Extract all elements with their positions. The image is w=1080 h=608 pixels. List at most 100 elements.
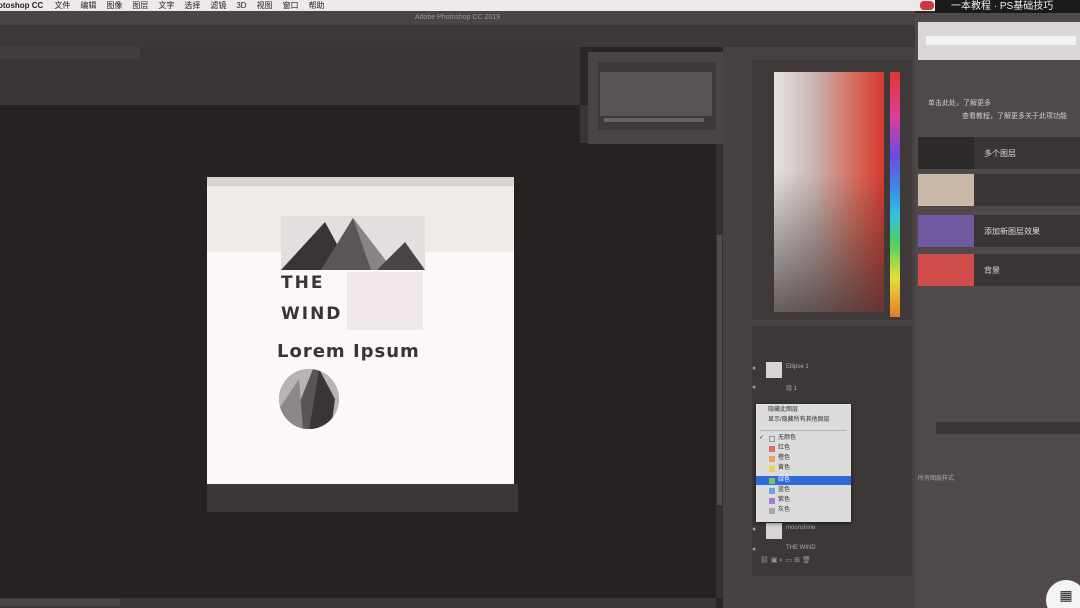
menu-item-label: 显示/隐藏所有其他图层: [768, 417, 830, 423]
layer-context-menu: 隐藏此图层 显示/隐藏所有其他图层 ✓ 无颜色 红色 橙色 黄色 绿色 蓝色 紫…: [756, 404, 851, 522]
swatch-violet: [769, 498, 775, 504]
layer-row[interactable]: ● 组 1: [752, 380, 912, 398]
color-option-blue[interactable]: 蓝色: [756, 486, 851, 495]
menu-item-hide-layer[interactable]: 隐藏此图层: [756, 406, 851, 415]
menu-help[interactable]: 帮助: [304, 0, 330, 11]
color-label: 灰色: [778, 507, 791, 513]
menu-file[interactable]: 文件: [49, 0, 75, 11]
layer-name: moonshine: [786, 525, 816, 531]
menu-item-label: 隐藏此图层: [768, 407, 799, 413]
document-tab[interactable]: [0, 47, 140, 59]
color-option-violet[interactable]: 紫色: [756, 496, 851, 505]
eye-icon[interactable]: ●: [752, 546, 758, 553]
menu-window[interactable]: 窗口: [278, 0, 304, 11]
text-layer-wind[interactable]: WIND: [281, 304, 342, 324]
mountain-image-layer[interactable]: [281, 216, 425, 270]
app-menu[interactable]: otoshop CC: [0, 1, 49, 10]
vertical-scrollbar[interactable]: [716, 105, 723, 598]
styles-caption: 所有图层样式: [918, 476, 955, 482]
text-layer-lorem[interactable]: Lorem Ipsum: [277, 341, 420, 362]
color-option-yellow[interactable]: 黄色: [756, 464, 851, 473]
menu-type[interactable]: 文字: [153, 0, 179, 11]
swatch-yellow: [769, 466, 775, 472]
document-canvas[interactable]: THE WIND Lorem Ipsum: [207, 177, 514, 484]
styles-search[interactable]: [936, 422, 1080, 434]
layer-name: 组 1: [786, 386, 798, 392]
new-layer-icon[interactable]: ⊞: [794, 557, 800, 564]
learn-search-bar[interactable]: [926, 36, 1076, 45]
zoom-slider[interactable]: [604, 118, 704, 122]
menu-edit[interactable]: 编辑: [75, 0, 101, 11]
swatch-green: [769, 478, 775, 484]
pink-rectangle-layer[interactable]: [347, 272, 423, 330]
learn-panel-header: [918, 22, 1080, 60]
color-label: 橙色: [778, 455, 791, 461]
zoom-readout[interactable]: [0, 599, 120, 606]
swatch-orange: [769, 456, 775, 462]
color-option-green[interactable]: 绿色: [756, 476, 851, 485]
learn-item-thumbnail: [918, 254, 974, 286]
learn-item[interactable]: 多个图层: [918, 137, 1080, 169]
color-option-red[interactable]: 红色: [756, 444, 851, 453]
menu-3d[interactable]: 3D: [231, 1, 251, 10]
folder-icon[interactable]: ▭: [786, 557, 793, 564]
learn-item-thumbnail: [918, 174, 974, 206]
scrollbar-thumb[interactable]: [717, 235, 722, 505]
eye-icon[interactable]: ●: [752, 526, 758, 533]
color-picker-field[interactable]: [774, 72, 884, 312]
link-icon[interactable]: ⛓: [760, 557, 769, 564]
document-top-strip: [207, 177, 514, 186]
menubar: otoshop CC 文件 编辑 图像 图层 文字 选择 滤镜 3D 视图 窗口…: [0, 0, 1080, 11]
color-label: 无颜色: [778, 435, 797, 441]
layer-thumbnail: [766, 362, 782, 378]
menu-item-show-hide-others[interactable]: 显示/隐藏所有其他图层: [756, 416, 851, 425]
learn-item[interactable]: 背景: [918, 254, 1080, 286]
color-label: 蓝色: [778, 487, 791, 493]
learn-item-label: 多个图层: [984, 149, 1016, 158]
layer-name: THE WIND: [786, 545, 816, 551]
color-field-shade: [774, 172, 884, 312]
swatch-none: [769, 436, 775, 442]
layer-row[interactable]: ● moonshine: [752, 522, 912, 540]
learn-item-thumbnail: [918, 215, 974, 247]
trash-icon[interactable]: 🗑: [802, 557, 811, 564]
eye-icon[interactable]: ●: [752, 365, 758, 372]
color-option-none[interactable]: ✓ 无颜色: [756, 434, 851, 443]
channel-watermark: 一本教程 · PS基础技巧: [935, 0, 1080, 13]
window-title: Adobe Photoshop CC 2019: [0, 11, 915, 25]
color-option-orange[interactable]: 橙色: [756, 454, 851, 463]
color-label: 红色: [778, 445, 791, 451]
color-option-gray[interactable]: 灰色: [756, 506, 851, 515]
menu-layer[interactable]: 图层: [127, 0, 153, 11]
learn-item[interactable]: 添加新图层效果: [918, 215, 1080, 247]
creative-cloud-icon[interactable]: [920, 1, 934, 10]
learn-item-label: 背景: [984, 266, 1000, 275]
navigator-thumbnail[interactable]: [600, 72, 712, 116]
layers-toolbar: ⛓ ▣ ◐ ▭ ⊞ 🗑: [760, 556, 880, 568]
status-bar: [0, 598, 716, 608]
layer-name: Ellipse 1: [786, 364, 809, 370]
menu-image[interactable]: 图像: [101, 0, 127, 11]
learn-caption: 单击此处，了解更多: [928, 100, 991, 107]
color-label: 绿色: [778, 477, 791, 483]
learn-item[interactable]: [918, 174, 1080, 206]
learn-caption: 查看教程，了解更多关于此项功能: [962, 113, 1067, 120]
fx-icon[interactable]: ▣: [771, 557, 778, 564]
eye-icon[interactable]: ●: [752, 384, 758, 391]
circle-image-layer[interactable]: [279, 369, 339, 429]
menu-select[interactable]: 选择: [179, 0, 205, 11]
options-bar: [0, 25, 915, 47]
hue-slider[interactable]: [890, 72, 900, 317]
layer-row[interactable]: ● Ellipse 1: [752, 361, 912, 379]
color-label: 紫色: [778, 497, 791, 503]
navigator-panel: [598, 62, 716, 130]
layer-thumbnail: [766, 523, 782, 539]
swatch-gray: [769, 508, 775, 514]
menu-view[interactable]: 视图: [252, 0, 278, 11]
mask-icon[interactable]: ◐: [779, 557, 783, 564]
document-tab-bar: [0, 47, 580, 105]
checkmark-icon: ✓: [759, 435, 765, 441]
text-layer-the[interactable]: THE: [281, 273, 324, 293]
building-graphic: [279, 369, 339, 429]
menu-filter[interactable]: 滤镜: [205, 0, 231, 11]
